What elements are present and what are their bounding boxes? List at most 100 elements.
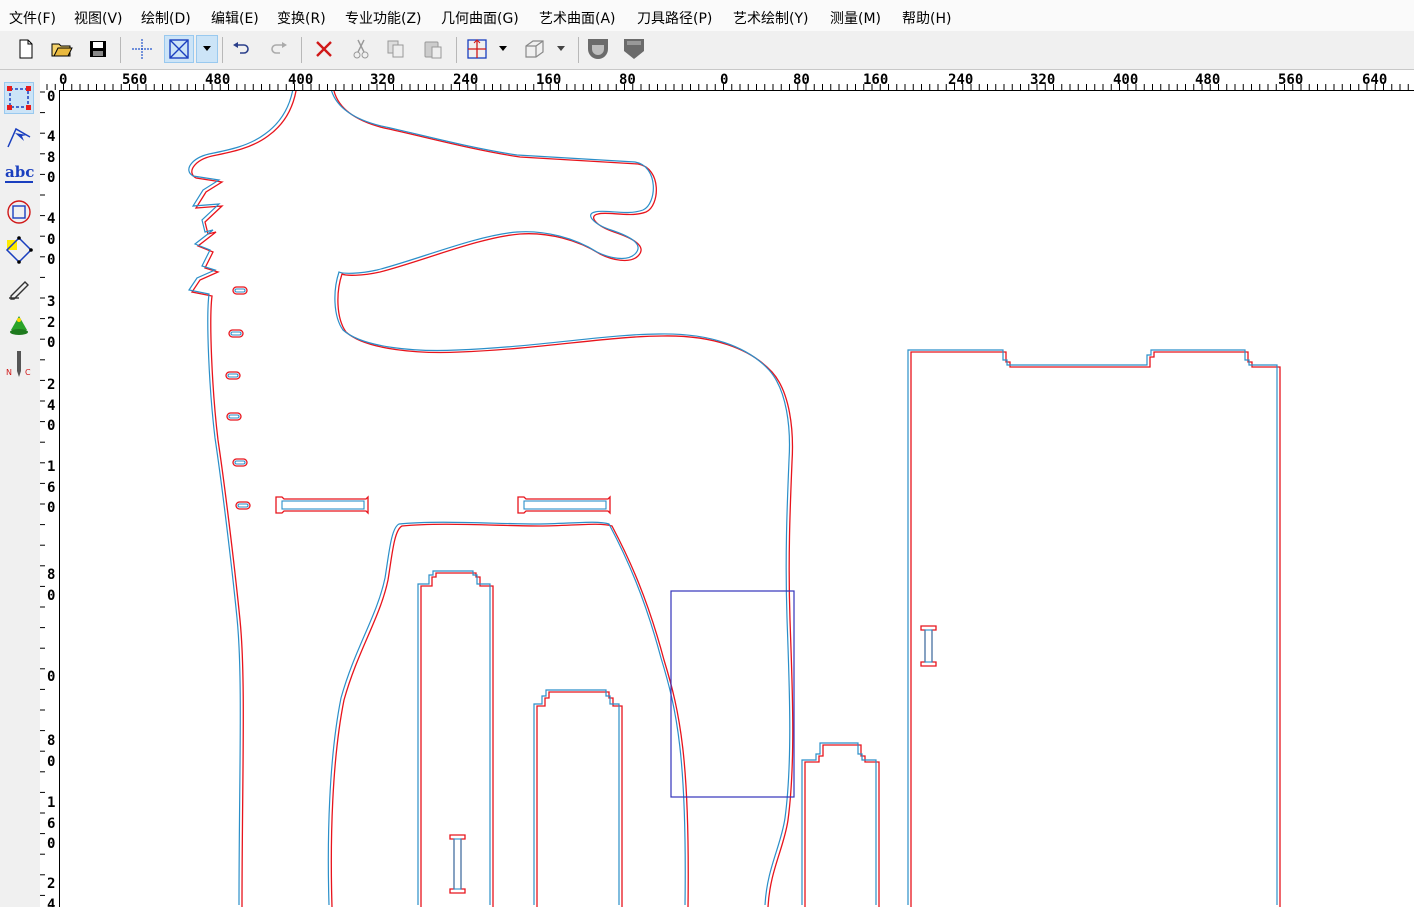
menu-item-8[interactable]: 刀具路径(P) — [637, 8, 712, 28]
h-ruler-label: 560 — [122, 72, 148, 88]
v-ruler-label: 0 — [47, 231, 56, 248]
shape-tool-icon[interactable] — [4, 196, 34, 228]
red-outline-group — [190, 91, 1281, 907]
text-tool-icon[interactable]: abc — [4, 158, 34, 190]
vertical-ruler: 0 4 8 0 4 0 0 3 2 0 2 4 0 1 6 0 8 0 0 8 0 1 6 0 2 4 — [40, 90, 60, 907]
h-ruler-label: 240 — [453, 72, 479, 88]
copy-icon[interactable] — [383, 35, 409, 63]
horse-outline-red — [190, 91, 297, 907]
curve-edit-icon[interactable] — [4, 120, 34, 152]
crosshair-icon[interactable] — [129, 35, 155, 63]
v-ruler-label: 1 — [47, 459, 56, 475]
v-ruler-label: 0 — [47, 252, 56, 269]
v-ruler-label: 2 — [47, 876, 56, 892]
menu-item-0[interactable]: 文件(F) — [9, 8, 56, 28]
h-ruler-label: 0 — [59, 72, 68, 88]
tool-shape-icon[interactable] — [585, 35, 611, 63]
h-ruler-label: 80 — [619, 72, 636, 88]
svg-text:C: C — [25, 368, 31, 377]
select-box-icon[interactable] — [164, 35, 194, 63]
save-icon[interactable] — [85, 35, 111, 63]
menu-item-3[interactable]: 编辑(E) — [211, 8, 259, 28]
cut-icon[interactable] — [348, 35, 374, 63]
v-ruler-label: 0 — [47, 587, 56, 604]
menu-item-7[interactable]: 艺术曲面(A) — [539, 8, 616, 28]
canvas-drawing — [188, 91, 1281, 907]
fill-tool-icon[interactable] — [4, 310, 34, 342]
redo-icon[interactable] — [266, 35, 292, 63]
v-ruler-label: 4 — [47, 896, 56, 907]
v-ruler-label: 0 — [47, 418, 56, 435]
left-tool-palette: abc NC — [0, 70, 40, 907]
horizontal-ruler: 0 560 480 400 320 240 160 80 0 80 160 240 320 400 480 5… — [40, 70, 1414, 91]
blue-outline-group — [188, 91, 1278, 906]
menu-item-6[interactable]: 几何曲面(G) — [441, 8, 519, 28]
panel-outline-red — [910, 351, 1281, 907]
pen-tool-icon[interactable] — [4, 272, 34, 304]
horse-outline-blue — [188, 91, 294, 906]
select-node-icon[interactable] — [4, 82, 34, 114]
panel-outline-blue — [801, 742, 877, 905]
menu-item-10[interactable]: 测量(M) — [830, 8, 881, 28]
v-ruler-label: 8 — [47, 567, 56, 583]
v-ruler-label: 2 — [47, 314, 56, 331]
h-ruler-label: 480 — [1195, 72, 1221, 88]
v-ruler-label: 6 — [47, 479, 56, 496]
svg-text:N: N — [6, 368, 12, 377]
h-ruler-label: 160 — [863, 72, 889, 88]
v-ruler-label: 0 — [47, 836, 56, 853]
svg-text:abc: abc — [5, 163, 34, 181]
v-ruler-label: 0 — [47, 90, 56, 105]
v-ruler-label: 1 — [47, 795, 56, 811]
selection-box[interactable] — [670, 590, 795, 798]
new-file-icon[interactable] — [13, 35, 39, 63]
dogbone-red — [449, 834, 466, 894]
delete-icon[interactable] — [311, 35, 337, 63]
origin-icon[interactable] — [464, 35, 490, 63]
v-ruler-label: 4 — [47, 129, 56, 145]
v-ruler-label: 0 — [47, 753, 56, 770]
view-dropdown-icon[interactable] — [551, 35, 571, 63]
tool-shape-2-icon[interactable] — [621, 35, 647, 63]
menu-item-5[interactable]: 专业功能(Z) — [345, 8, 422, 28]
menu-item-4[interactable]: 变换(R) — [277, 8, 326, 28]
dropdown-arrow-icon[interactable] — [196, 35, 218, 63]
h-ruler-label: 320 — [1030, 72, 1056, 88]
menu-item-2[interactable]: 绘制(D) — [141, 8, 191, 28]
main-toolbar — [0, 31, 1414, 70]
h-ruler-label: 160 — [536, 72, 562, 88]
v-ruler-label: 0 — [47, 170, 56, 187]
drawing-canvas[interactable] — [60, 91, 1414, 907]
horse-outline-blue — [331, 91, 791, 906]
v-ruler-label: 0 — [47, 669, 56, 685]
blue-inner-slots — [227, 288, 933, 890]
h-ruler-label: 480 — [205, 72, 231, 88]
h-ruler-label: 80 — [793, 72, 810, 88]
origin-dropdown-icon[interactable] — [493, 35, 513, 63]
v-ruler-label: 6 — [47, 815, 56, 832]
v-ruler-label: 2 — [47, 377, 56, 393]
dogbone-red — [920, 625, 937, 667]
paste-icon[interactable] — [420, 35, 446, 63]
nc-tool-icon[interactable]: NC — [4, 348, 34, 380]
v-ruler-label: 4 — [47, 211, 56, 227]
menu-item-11[interactable]: 帮助(H) — [902, 8, 951, 28]
polygon-tool-icon[interactable] — [4, 234, 34, 266]
menu-item-1[interactable]: 视图(V) — [74, 8, 123, 28]
panel-outline-red — [420, 572, 494, 907]
v-ruler-label: 3 — [47, 294, 56, 310]
panel-outline-blue — [907, 349, 1278, 905]
v-ruler-label: 8 — [47, 733, 56, 749]
bar-slot-red — [517, 495, 611, 515]
h-ruler-label: 240 — [948, 72, 974, 88]
view-3d-icon[interactable] — [521, 35, 547, 63]
open-folder-icon[interactable] — [49, 35, 75, 63]
v-ruler-label: 0 — [47, 335, 56, 352]
menu-item-9[interactable]: 艺术绘制(Y) — [733, 8, 808, 28]
menu-bar: 文件(F) 视图(V) 绘制(D) 编辑(E) 变换(R) 专业功能(Z) 几何曲面(G) 艺… — [0, 0, 1414, 32]
undo-icon[interactable] — [228, 35, 254, 63]
panel-outline-red — [536, 691, 623, 907]
h-ruler-label: 640 — [1362, 72, 1388, 88]
v-ruler-label: 0 — [47, 500, 56, 517]
bar-slot-red — [275, 495, 369, 515]
